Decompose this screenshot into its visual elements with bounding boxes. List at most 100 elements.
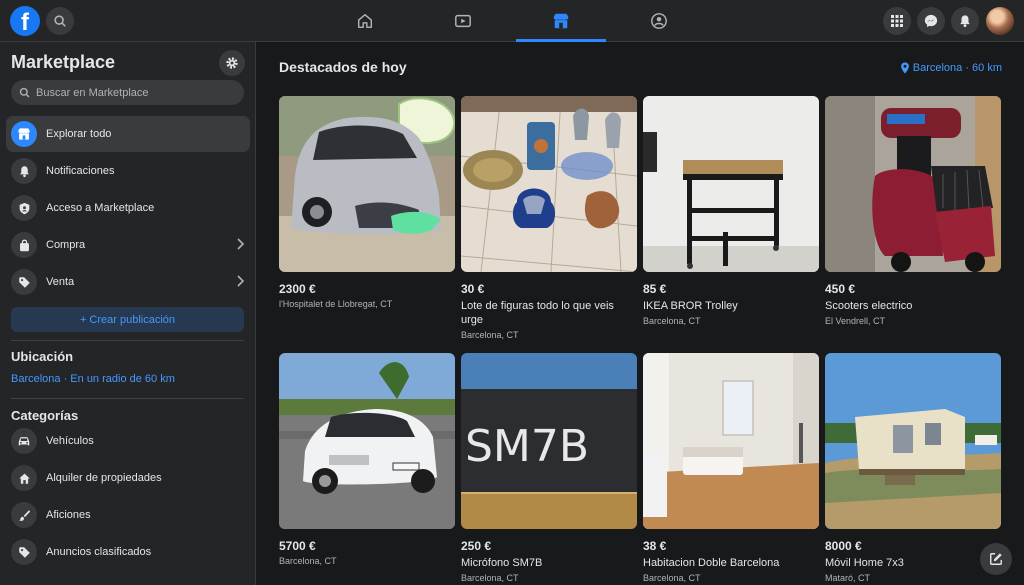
listing-photo[interactable]	[825, 96, 1001, 272]
listing-location: Barcelona, CT	[279, 556, 337, 566]
sidebar-item-label: Explorar todo	[46, 128, 112, 140]
main-content: Destacados de hoy Barcelona · 60 km 2300…	[257, 42, 1024, 585]
divider	[11, 398, 244, 399]
messenger-icon	[924, 14, 938, 28]
sidebar-item-label: Aficiones	[46, 509, 91, 521]
shopping-bag-icon	[11, 232, 37, 258]
storefront-icon	[11, 121, 37, 147]
sidebar-item-notifications[interactable]: Notificaciones	[6, 153, 250, 189]
paint-icon	[11, 502, 37, 528]
tab-watch[interactable]	[418, 0, 508, 42]
search-button[interactable]	[46, 7, 74, 35]
listing-title: Lote de figuras todo lo que veis urge	[461, 300, 614, 326]
bell-icon	[11, 158, 37, 184]
category-property-rentals[interactable]: Alquiler de propiedades	[6, 460, 250, 496]
listing-card[interactable]: 8000 € Móvil Home 7x3 Mataró, CT	[825, 353, 1001, 583]
listing-location: Barcelona, CT	[461, 573, 519, 583]
listing-card[interactable]: 85 € IKEA BROR Trolley Barcelona, CT	[643, 96, 819, 326]
listing-photo[interactable]	[825, 353, 1001, 529]
page-title: Marketplace	[11, 52, 116, 72]
listing-price: 250 €	[461, 539, 492, 553]
listing-photo[interactable]	[461, 96, 637, 272]
tab-marketplace[interactable]	[516, 0, 606, 42]
facebook-logo[interactable]: f	[10, 6, 40, 36]
category-classifieds[interactable]: Anuncios clasificados	[6, 534, 250, 570]
divider	[11, 340, 244, 341]
category-vehicles[interactable]: Vehículos	[6, 423, 250, 459]
tag-icon	[11, 269, 37, 295]
sidebar: Marketplace Explorar todo Notificaciones…	[0, 42, 256, 585]
sidebar-item-label: Vehículos	[46, 435, 94, 447]
search-input[interactable]	[36, 86, 226, 99]
categories-heading: Categorías	[11, 408, 79, 423]
listing-price: 30 €	[461, 282, 485, 296]
menu-button[interactable]	[883, 7, 911, 35]
location-filter-button[interactable]: Barcelona · 60 km	[900, 62, 1002, 74]
compose-icon	[990, 553, 1002, 565]
location-pin-icon	[900, 62, 909, 74]
sidebar-item-buy[interactable]: Compra	[6, 227, 250, 263]
groups-icon	[651, 13, 667, 29]
listing-title: Micrófono SM7B	[461, 557, 543, 569]
car-icon	[11, 428, 37, 454]
listing-location: Barcelona, CT	[643, 573, 701, 583]
avatar[interactable]	[986, 7, 1014, 35]
tab-home[interactable]	[320, 0, 410, 42]
chevron-right-icon	[237, 275, 244, 287]
shield-icon	[11, 195, 37, 221]
listing-title: Móvil Home 7x3	[825, 557, 904, 569]
listing-photo[interactable]: SM7B	[461, 353, 637, 529]
top-bar: f	[0, 0, 1024, 42]
listing-location: l'Hospitalet de Llobregat, CT	[279, 299, 393, 309]
sidebar-item-explore[interactable]: Explorar todo	[6, 116, 250, 152]
listing-card[interactable]: 450 € Scooters electrico El Vendrell, CT	[825, 96, 1001, 326]
settings-button[interactable]	[219, 50, 245, 76]
microphone-label-text: SM7B	[465, 421, 589, 472]
listing-photo[interactable]	[279, 353, 455, 529]
listing-card[interactable]: 2300 € l'Hospitalet de Llobregat, CT	[279, 96, 455, 309]
sidebar-item-label: Notificaciones	[46, 165, 115, 177]
category-hobbies[interactable]: Aficiones	[6, 497, 250, 533]
sidebar-item-label: Alquiler de propiedades	[46, 472, 162, 484]
listing-price: 2300 €	[279, 282, 316, 296]
listing-price: 5700 €	[279, 539, 316, 553]
location-heading: Ubicación	[11, 349, 74, 364]
sidebar-item-sell[interactable]: Venta	[6, 264, 250, 300]
gear-icon	[226, 57, 238, 69]
listing-photo[interactable]	[643, 353, 819, 529]
listing-photo[interactable]	[279, 96, 455, 272]
notifications-button[interactable]	[951, 7, 979, 35]
listing-card[interactable]: 38 € Habitacion Doble Barcelona Barcelon…	[643, 353, 819, 583]
location-filter-link[interactable]: Barcelona · En un radio de 60 km	[11, 373, 175, 385]
bell-icon	[960, 15, 970, 28]
listing-photo[interactable]	[643, 96, 819, 272]
sidebar-item-label: Acceso a Marketplace	[46, 202, 155, 214]
listing-location: Barcelona, CT	[643, 316, 701, 326]
house-icon	[11, 465, 37, 491]
listing-location: Barcelona, CT	[461, 330, 519, 340]
search-icon	[19, 87, 30, 98]
listing-price: 85 €	[643, 282, 667, 296]
listing-price: 450 €	[825, 282, 856, 296]
section-title: Destacados de hoy	[279, 59, 407, 75]
location-filter-label: Barcelona · 60 km	[912, 62, 1002, 74]
tab-groups[interactable]	[614, 0, 704, 42]
new-message-button[interactable]	[980, 543, 1012, 575]
create-listing-button[interactable]: + Crear publicación	[11, 307, 244, 332]
messenger-button[interactable]	[917, 7, 945, 35]
listing-location: Mataró, CT	[825, 573, 871, 583]
grid-menu-icon	[891, 15, 903, 27]
listing-price: 38 €	[643, 539, 667, 553]
listing-title: Habitacion Doble Barcelona	[643, 557, 780, 569]
search-box[interactable]	[11, 80, 244, 105]
listing-price: 8000 €	[825, 539, 862, 553]
chevron-right-icon	[237, 238, 244, 250]
listing-title: Scooters electrico	[825, 300, 913, 312]
home-icon	[357, 13, 373, 29]
listing-card[interactable]: 5700 € Barcelona, CT	[279, 353, 455, 566]
listing-card[interactable]: SM7B 250 € Micrófono SM7B Barcelona, CT	[461, 353, 637, 583]
sidebar-item-access[interactable]: Acceso a Marketplace	[6, 190, 250, 226]
listing-card[interactable]: 30 € Lote de figuras todo lo que veis ur…	[461, 96, 637, 340]
listing-title: IKEA BROR Trolley	[643, 300, 738, 312]
search-icon	[54, 15, 66, 27]
